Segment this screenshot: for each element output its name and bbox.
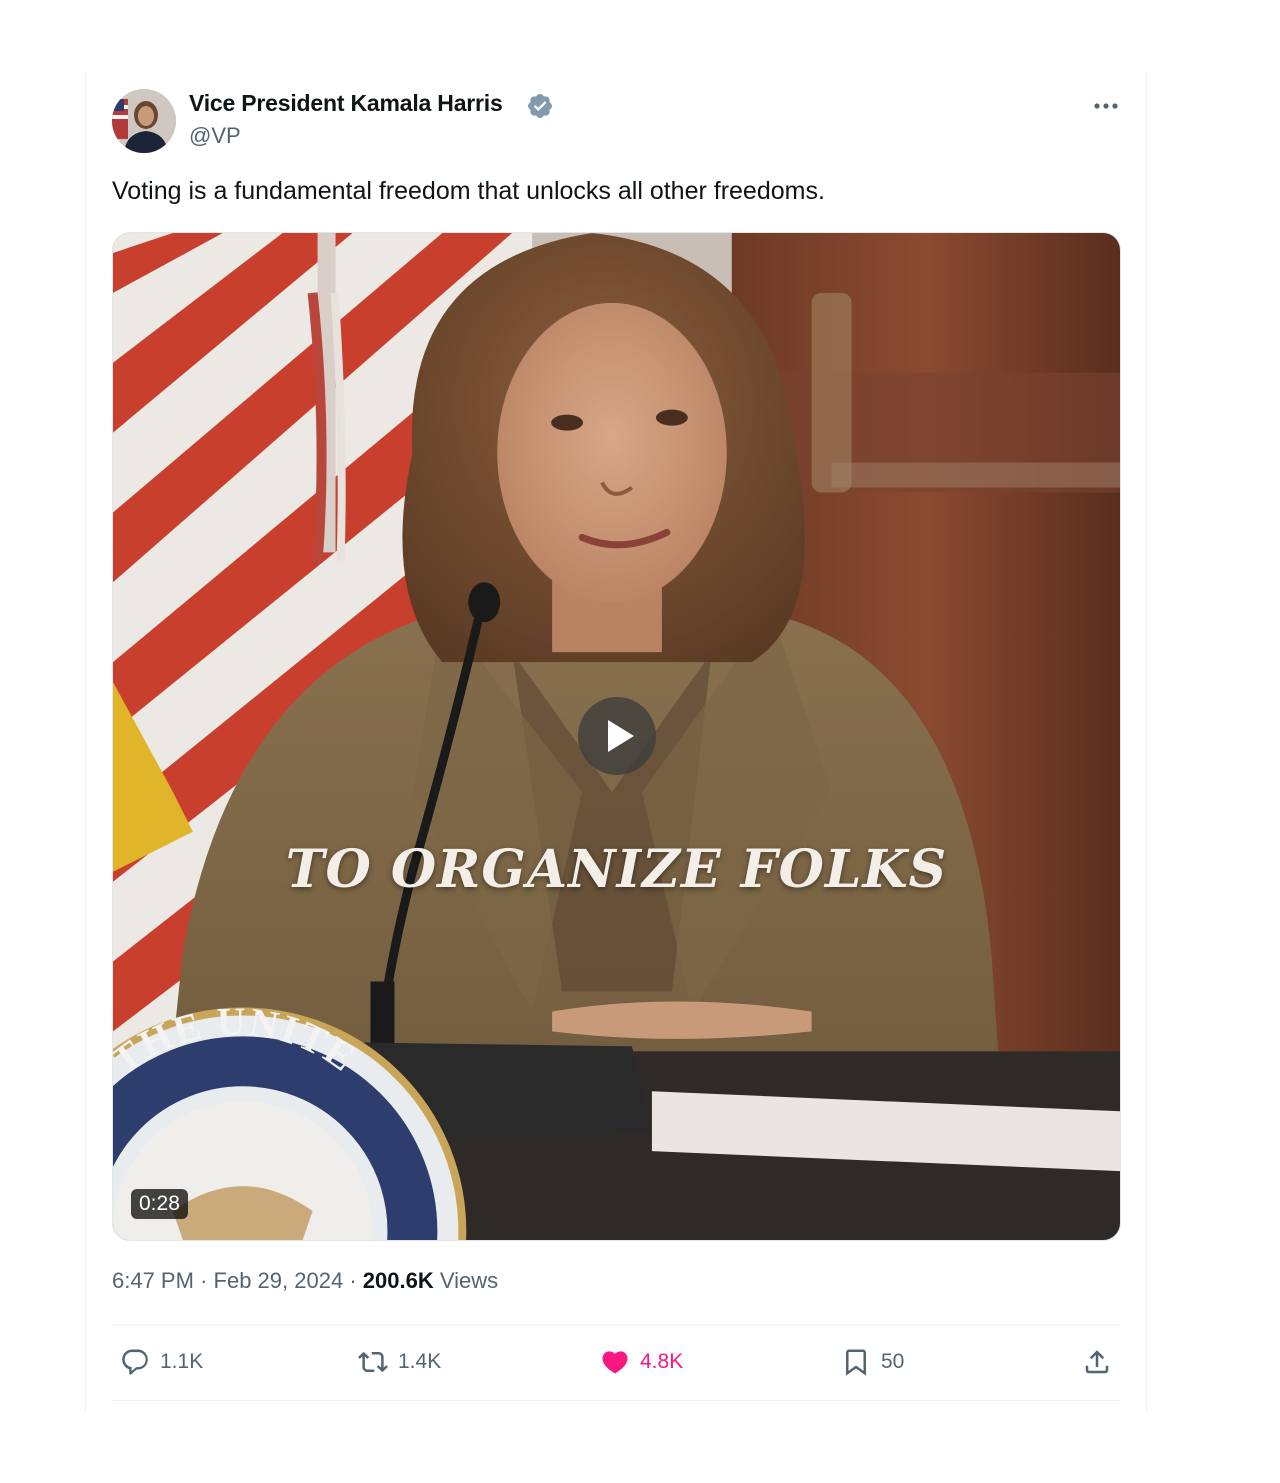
bookmark-count: 50 [881,1350,905,1373]
verified-badge-icon [528,94,552,118]
tweet-date[interactable]: Feb 29, 2024 [214,1268,344,1293]
play-icon [608,720,634,752]
video-duration: 0:28 [131,1189,188,1219]
heart-icon [602,1351,628,1374]
reply-icon [122,1349,148,1375]
views-count: 200.6K [362,1268,434,1293]
avatar[interactable] [112,89,176,153]
reply-button[interactable]: 1.1K [120,1345,203,1379]
retweet-count: 1.4K [398,1350,442,1373]
video-player[interactable]: OF THE UNITE TO ORGANIZE FOLKS 0:28 [112,232,1121,1241]
tweet-text: Voting is a fundamental freedom that unl… [112,177,825,205]
play-button[interactable] [578,697,656,775]
bookmark-button[interactable]: 50 [841,1345,904,1379]
like-button[interactable]: 4.8K [600,1345,683,1379]
meta-separator: · [200,1268,208,1293]
reply-count: 1.1K [160,1350,204,1373]
meta-separator: · [349,1268,357,1293]
author-handle[interactable]: @VP [189,123,241,149]
divider [112,1324,1121,1325]
share-icon [1085,1350,1109,1374]
tweet-meta: 6:47 PM · Feb 29, 2024 · 200.6K Views [112,1268,498,1294]
retweet-button[interactable]: 1.4K [358,1345,441,1379]
retweet-icon [358,1351,388,1373]
divider [112,1400,1121,1401]
more-icon[interactable] [1088,94,1124,118]
tweet-time[interactable]: 6:47 PM [112,1268,194,1293]
author-display-name[interactable]: Vice President Kamala Harris [189,90,503,117]
views-label: Views [439,1268,499,1293]
tweet-card: Vice President Kamala Harris @VP Voting … [85,72,1147,1412]
bookmark-icon [846,1349,866,1376]
like-count: 4.8K [640,1350,684,1373]
share-button[interactable] [1082,1345,1112,1379]
video-caption: TO ORGANIZE FOLKS [285,839,948,900]
